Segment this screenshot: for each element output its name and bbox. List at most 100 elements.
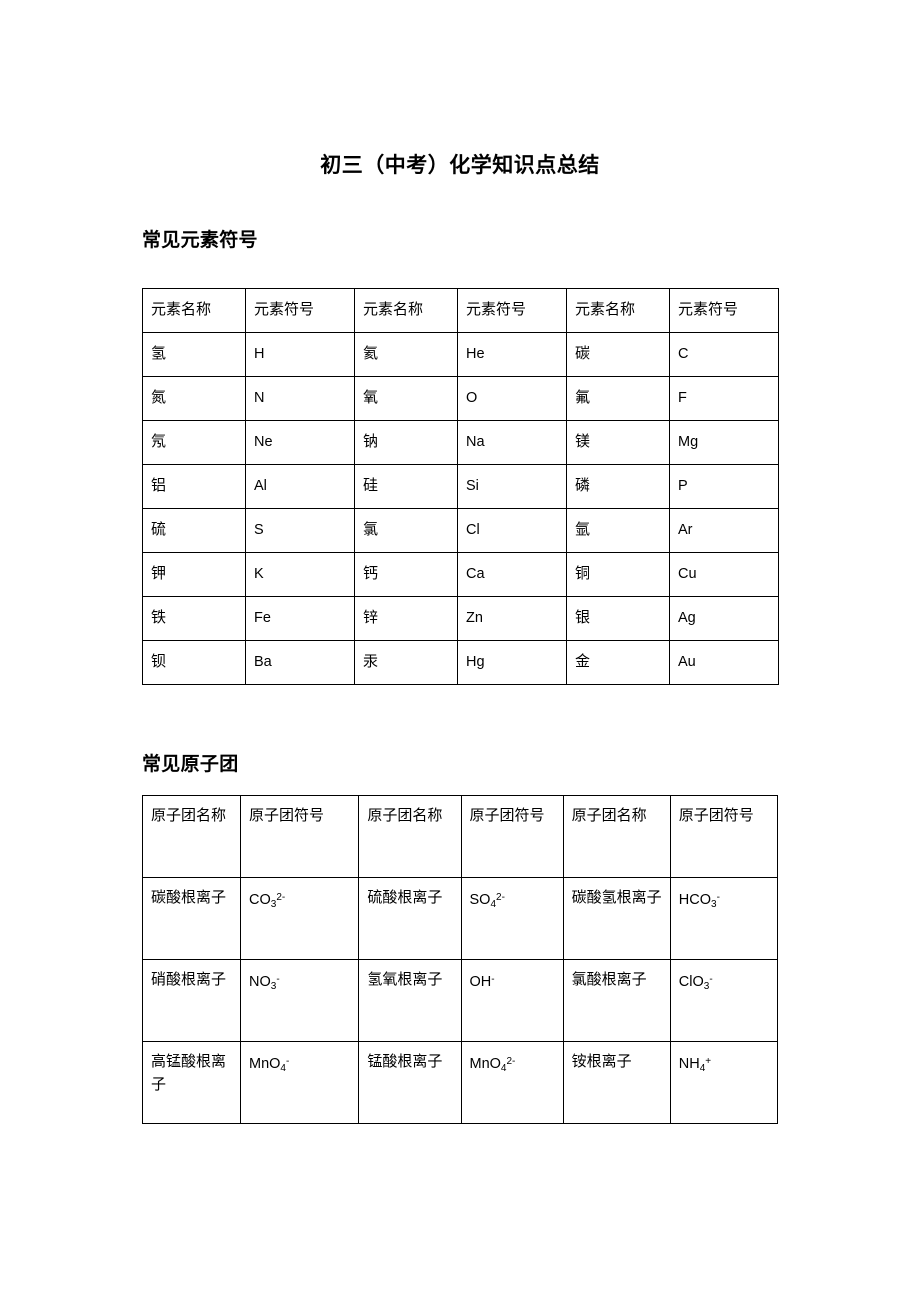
column-header-label: 原子团符号 (469, 808, 545, 824)
radical-name-cell: 碳酸根离子 (142, 877, 241, 960)
element-name-cell: 银 (566, 596, 670, 641)
element-name: 氦 (363, 346, 379, 362)
element-symbol: O (466, 390, 478, 406)
element-symbol: Hg (466, 654, 485, 670)
element-name-cell: 氧 (354, 376, 458, 421)
column-header-label: 原子团名称 (151, 808, 227, 824)
element-name: 碳 (575, 346, 591, 362)
radical-formula: HCO3- (678, 892, 720, 910)
element-symbol-cell: Mg (669, 420, 779, 465)
element-name: 氖 (151, 434, 167, 450)
element-symbol: Al (254, 478, 267, 494)
element-name-cell: 铜 (566, 552, 670, 597)
section-heading-radicals: 常见原子团 (142, 754, 239, 775)
element-symbol-cell: Ag (669, 596, 779, 641)
element-name-cell: 铝 (142, 464, 246, 509)
column-header-cell: 原子团名称 (358, 795, 462, 878)
element-name: 氯 (363, 522, 379, 538)
element-symbol: Cu (678, 566, 697, 582)
table-row: 硫 S 氯 Cl 氩 Ar (142, 508, 779, 553)
table-row: 高锰酸根离子 MnO4- 锰酸根离子 MnO42- 铵根离子 NH4+ (142, 1041, 779, 1124)
column-header-label: 元素符号 (254, 302, 315, 318)
element-name: 铁 (151, 610, 167, 626)
element-name: 氩 (575, 522, 591, 538)
radical-formula: NO3- (249, 974, 280, 992)
element-symbol: Ca (466, 566, 485, 582)
radical-name: 氢氧根离子 (367, 972, 443, 988)
element-symbol: He (466, 346, 485, 362)
radical-name-cell: 硝酸根离子 (142, 959, 241, 1042)
column-header-label: 原子团符号 (249, 808, 325, 824)
element-name-cell: 钡 (142, 640, 246, 685)
element-name: 铝 (151, 478, 167, 494)
element-symbol-cell: S (245, 508, 355, 553)
element-name-cell: 硫 (142, 508, 246, 553)
column-header-label: 元素名称 (151, 302, 212, 318)
element-name-cell: 铁 (142, 596, 246, 641)
radical-name: 氯酸根离子 (571, 972, 647, 988)
element-symbol: Au (678, 654, 696, 670)
element-symbol-cell: Ba (245, 640, 355, 685)
element-name-cell: 锌 (354, 596, 458, 641)
column-header-cell: 元素名称 (142, 288, 246, 333)
radical-symbol-cell: ClO3- (669, 959, 779, 1042)
element-symbol-cell: Cu (669, 552, 779, 597)
radical-formula: MnO42- (469, 1056, 516, 1074)
element-symbol-cell: Au (669, 640, 779, 685)
section-heading-elements: 常见元素符号 (142, 230, 258, 251)
element-symbol: Na (466, 434, 485, 450)
element-symbol-cell: Ca (457, 552, 567, 597)
table-row: 铝 Al 硅 Si 磷 P (142, 464, 779, 509)
element-name: 钙 (363, 566, 379, 582)
element-symbol-cell: P (669, 464, 779, 509)
element-symbol-cell: Al (245, 464, 355, 509)
element-name-cell: 氖 (142, 420, 246, 465)
element-name: 氟 (575, 390, 591, 406)
radical-name-cell: 硫酸根离子 (358, 877, 462, 960)
radical-symbol-cell: OH- (460, 959, 564, 1042)
element-symbol: S (254, 522, 264, 538)
radical-name: 碳酸根离子 (151, 890, 227, 906)
element-symbol: K (254, 566, 264, 582)
element-name: 钾 (151, 566, 167, 582)
element-symbol-cell: F (669, 376, 779, 421)
element-symbol-cell: Fe (245, 596, 355, 641)
element-name-cell: 汞 (354, 640, 458, 685)
element-name: 氢 (151, 346, 167, 362)
radical-name: 锰酸根离子 (367, 1054, 443, 1070)
document-page: 初三（中考）化学知识点总结 常见元素符号 元素名称 元素符号 元素名称 元素符号 元素名… (0, 0, 920, 1302)
table-row: 钾 K 钙 Ca 铜 Cu (142, 552, 779, 597)
radical-name-cell: 高锰酸根离子 (142, 1041, 241, 1124)
table-element-symbols: 元素名称 元素符号 元素名称 元素符号 元素名称 元素符号氢 H 氦 He 碳 C 氮 N 氧 O 氟 F 氖 Ne… (142, 288, 779, 685)
radical-name: 硝酸根离子 (151, 972, 227, 988)
element-symbol: Zn (466, 610, 483, 626)
radical-name-cell: 氯酸根离子 (562, 959, 671, 1042)
element-name-cell: 氟 (566, 376, 670, 421)
radical-symbol-cell: SO42- (460, 877, 564, 960)
element-name: 金 (575, 654, 591, 670)
element-symbol-cell: K (245, 552, 355, 597)
radical-formula: ClO3- (678, 974, 713, 992)
element-name: 镁 (575, 434, 591, 450)
element-name-cell: 磷 (566, 464, 670, 509)
table-row: 钡 Ba 汞 Hg 金 Au (142, 640, 779, 685)
table-row: 氢 H 氦 He 碳 C (142, 332, 779, 377)
page-title: 初三（中考）化学知识点总结 (320, 153, 600, 177)
element-name: 汞 (363, 654, 379, 670)
radical-name-cell: 碳酸氢根离子 (562, 877, 671, 960)
radical-formula: CO32- (249, 892, 286, 910)
column-header-cell: 元素符号 (457, 288, 567, 333)
element-symbol-cell: Zn (457, 596, 567, 641)
radical-formula: NH4+ (678, 1056, 712, 1074)
column-header-label: 元素符号 (678, 302, 739, 318)
element-name: 锌 (363, 610, 379, 626)
element-symbol: Ag (678, 610, 696, 626)
radical-name-cell: 铵根离子 (562, 1041, 671, 1124)
element-name-cell: 钙 (354, 552, 458, 597)
column-header-label: 元素名称 (575, 302, 636, 318)
radical-formula: MnO4- (249, 1056, 290, 1074)
radical-symbol-cell: MnO4- (239, 1041, 360, 1124)
element-name-cell: 钠 (354, 420, 458, 465)
radical-name-cell: 锰酸根离子 (358, 1041, 462, 1124)
element-name-cell: 钾 (142, 552, 246, 597)
